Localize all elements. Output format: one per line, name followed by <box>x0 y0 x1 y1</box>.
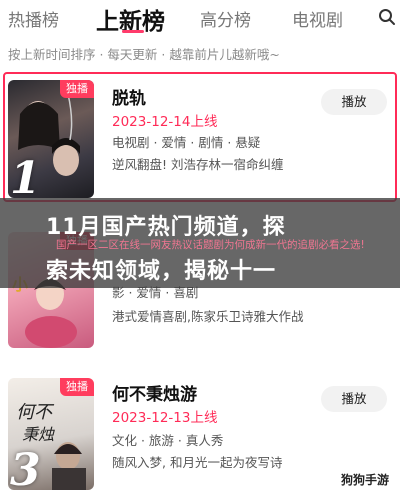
exclusive-badge: 独播 <box>60 80 94 98</box>
svg-text:何不: 何不 <box>16 402 55 423</box>
show-description: 随风入梦, 和月光一起为夜写诗 <box>112 455 283 470</box>
play-button[interactable]: 播放 <box>321 89 387 115</box>
genre-tags: 电视剧 · 爱情 · 剧情 · 悬疑 <box>112 135 261 150</box>
active-tab-indicator <box>122 30 144 33</box>
release-date: 2023-12-13上线 <box>112 410 218 426</box>
show-description: 逆风翻盘! 刘浩存林一宿命纠缠 <box>112 157 284 172</box>
show-description: 港式爱情喜剧,陈家乐卫诗雅大作战 <box>112 309 304 324</box>
tab-tv-series[interactable]: 电视剧 <box>292 6 343 31</box>
site-watermark: 狗狗手游 <box>338 470 393 489</box>
rank-number: 3 <box>10 445 41 490</box>
top-tab-bar: 热播榜 上新榜 高分榜 电视剧 <box>0 0 400 40</box>
headline-line-2: 索未知领域，揭秘十一 <box>46 259 277 284</box>
poster-image[interactable]: 何不 秉烛 独播 3 <box>8 378 94 490</box>
release-date: 2023-12-14上线 <box>112 114 218 130</box>
play-button[interactable]: 播放 <box>321 386 387 412</box>
show-title[interactable]: 何不秉烛游 <box>112 380 197 405</box>
poster-image[interactable]: 独播 1 <box>8 80 94 198</box>
headline-ticker: 国产一区二区在线一网友热议话题剧为何成新一代的追剧必看之选! <box>56 239 365 251</box>
show-title[interactable]: 脱轨 <box>112 84 146 109</box>
genre-tags: 文化 · 旅游 · 真人秀 <box>112 433 224 448</box>
tab-hot[interactable]: 热播榜 <box>8 6 59 31</box>
exclusive-badge: 独播 <box>60 378 94 396</box>
search-icon[interactable] <box>378 8 396 26</box>
svg-text:秉烛: 秉烛 <box>22 425 55 444</box>
sort-description: 按上新时间排序 · 每天更新 · 越靠前片儿越新哦~ <box>8 47 280 62</box>
rank-number: 1 <box>10 153 41 198</box>
list-item[interactable]: 独播 1 脱轨 2023-12-14上线 电视剧 · 爱情 · 剧情 · 悬疑 … <box>0 72 400 202</box>
tab-top-rated[interactable]: 高分榜 <box>200 6 251 31</box>
